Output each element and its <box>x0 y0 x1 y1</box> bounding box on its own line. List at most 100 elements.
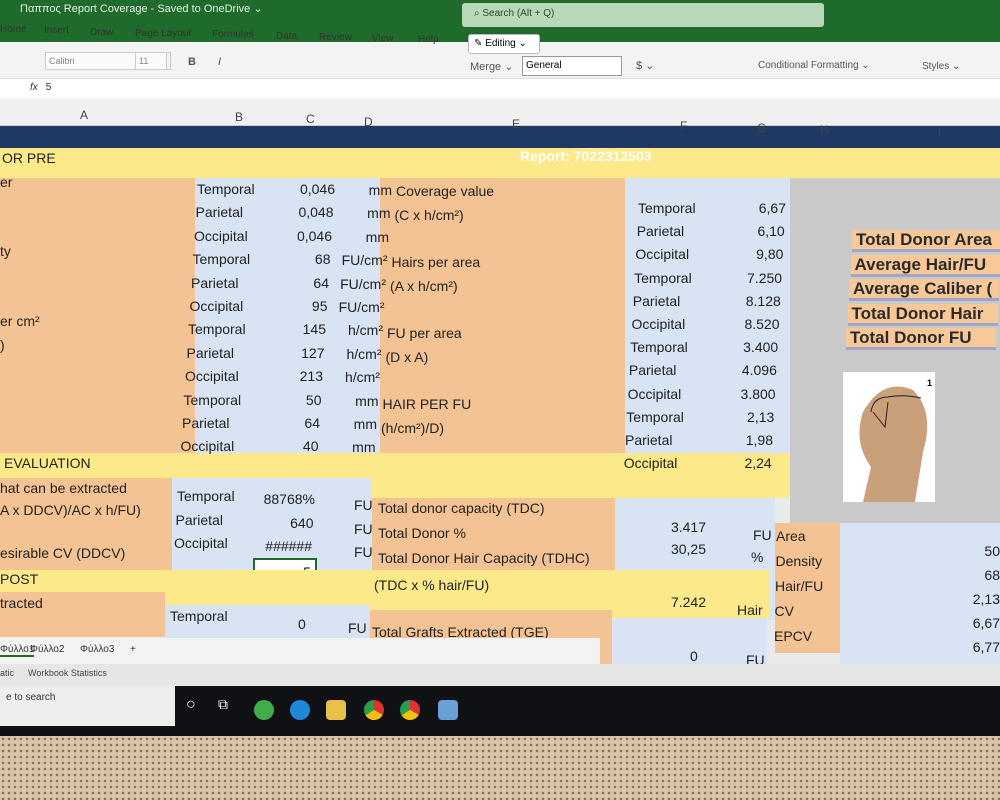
eval-right-label: Hair/FU <box>775 578 824 594</box>
image-number: 1 <box>927 378 932 388</box>
unit: FU/cm² <box>340 275 386 292</box>
column-header-E[interactable]: E <box>512 117 520 131</box>
conditional-formatting-button[interactable]: Conditional Formatting ⌄ <box>758 60 870 71</box>
col-a-label: er cm² <box>0 313 40 329</box>
sheet-tab-3[interactable]: Φύλλο3 <box>80 644 114 655</box>
sheet-tab-4[interactable]: + <box>130 644 136 655</box>
zone2-value: 6,67 <box>758 200 786 216</box>
eval-right-value: 50 <box>984 543 1000 559</box>
zone-label: Parietal <box>191 274 239 291</box>
zone-value: 0,046 <box>299 181 335 197</box>
column-header-I[interactable]: I <box>938 126 941 140</box>
eval-right-value: 2,13 <box>972 591 1000 607</box>
eval-right-label: Density <box>775 553 823 569</box>
column-header-F[interactable]: F <box>680 119 687 133</box>
zone2-label: Occipital <box>631 316 686 332</box>
zone-value: 64 <box>304 415 320 431</box>
speaker-grille <box>0 736 1000 800</box>
eval-right-label: EPCV <box>774 628 813 644</box>
search-box[interactable]: ⌕ Search (Alt + Q) <box>462 3 824 27</box>
ribbon-tab-insert[interactable]: Insert <box>44 25 69 36</box>
unit: mm <box>355 392 379 409</box>
font-size-select[interactable]: 11 <box>135 52 171 70</box>
file-explorer-icon[interactable] <box>326 700 346 720</box>
column-header-G[interactable]: G <box>757 121 766 135</box>
merge-button[interactable]: Merge ⌄ <box>470 60 513 73</box>
currency-button[interactable]: $ ⌄ <box>636 59 654 72</box>
section-evaluation-label: EVALUATION <box>4 455 91 471</box>
section-pre-label: OR PRE <box>2 150 56 166</box>
zone-value: 64 <box>313 274 329 291</box>
zone-value: 145 <box>302 321 326 338</box>
taskbar-search[interactable]: e to search <box>0 686 175 726</box>
post-result: 0 <box>690 648 698 664</box>
column-header-D[interactable]: D <box>364 115 373 129</box>
bold-button[interactable]: B <box>188 56 196 68</box>
unit: FU/cm² <box>341 252 388 269</box>
ribbon-tab-draw[interactable]: Draw <box>90 27 113 38</box>
zone-value: 0,046 <box>296 227 332 244</box>
column-headers <box>0 100 1000 126</box>
eval-value: ###### <box>265 538 312 554</box>
number-format-select[interactable]: General <box>522 56 622 76</box>
zone-value: 50 <box>305 391 322 408</box>
eval-label: esirable CV (DDCV) <box>0 545 126 561</box>
chrome-icon[interactable] <box>364 700 384 720</box>
eval-unit: FU <box>354 497 373 513</box>
editing-mode-button[interactable]: ✎ Editing ⌄ <box>468 34 540 54</box>
summary-label: Total Donor Area <box>852 230 1000 252</box>
summary-label: Average Caliber ( <box>849 279 999 301</box>
sheet-tabs: Φύλλο1 Φύλλο2 Φύλλο3 + <box>0 638 600 664</box>
summary-label: Total Donor FU <box>846 328 996 350</box>
column-header-A[interactable]: A <box>80 108 88 122</box>
zone-label: Temporal <box>192 251 251 268</box>
ribbon-tab-data[interactable]: Data <box>276 31 297 42</box>
edge-icon[interactable] <box>290 700 310 720</box>
col-a-label: ) <box>0 337 5 353</box>
unit: mm <box>367 205 391 222</box>
sheet-tab-2[interactable]: Φύλλο2 <box>30 644 64 655</box>
chrome-icon-2[interactable] <box>400 700 420 720</box>
ribbon-tab-home[interactable]: Home <box>0 24 27 35</box>
zone2-value: 8.128 <box>745 292 781 309</box>
zone-label: Temporal <box>197 181 255 197</box>
column-header-B[interactable]: B <box>235 110 243 124</box>
fx-icon: fx <box>30 82 38 93</box>
unit: mm <box>352 439 376 456</box>
zone2-label: Parietal <box>636 223 685 240</box>
task-view-icon[interactable]: ⧉ <box>218 696 228 713</box>
workbook-statistics[interactable]: Workbook Statistics <box>28 668 107 678</box>
eval-result: 30,25 <box>670 541 706 557</box>
ribbon-tab-help[interactable]: Help <box>418 34 439 45</box>
cortana-icon[interactable]: ○ <box>186 696 196 714</box>
formula-value[interactable]: 5 <box>46 82 52 93</box>
post-label: tracted <box>0 595 43 611</box>
zone-label: Temporal <box>183 391 242 408</box>
summary-label: Total Donor Hair <box>847 303 998 326</box>
column-header-H[interactable]: H <box>820 123 829 137</box>
chat-app-icon[interactable] <box>254 700 274 720</box>
italic-button[interactable]: I <box>218 56 221 68</box>
zone2-value: 2,13 <box>747 408 775 425</box>
unit: mm <box>353 416 377 432</box>
zone2-label: Occipital <box>623 455 678 472</box>
status-bar: atic Workbook Statistics <box>0 664 1000 686</box>
eval-desc: Total Donor % <box>378 525 466 541</box>
styles-button[interactable]: Styles ⌄ <box>922 61 960 72</box>
eval-value: 640 <box>290 514 314 531</box>
zone2-value: 9,80 <box>756 246 784 263</box>
zone-value: 213 <box>299 368 323 385</box>
report-title: Report: 7022312503 <box>520 148 652 164</box>
description: (C x h/cm²) <box>394 206 464 223</box>
ribbon-tab-view[interactable]: View <box>372 33 394 44</box>
column-header-C[interactable]: C <box>306 112 315 126</box>
description: Coverage value <box>396 183 495 199</box>
eval-desc-extra: (TDC x % hair/FU) <box>374 577 490 593</box>
post-unit: FU <box>348 620 367 636</box>
camera-icon[interactable] <box>438 700 458 720</box>
eval-right-label: Area <box>776 528 806 544</box>
ribbon-tab-review[interactable]: Review <box>319 32 352 43</box>
ribbon-tab-page-layout[interactable]: Page Layout <box>135 28 191 39</box>
formula-bar[interactable]: fx 5 <box>0 78 1000 98</box>
ribbon-tab-formulas[interactable]: Formulas <box>212 29 254 40</box>
